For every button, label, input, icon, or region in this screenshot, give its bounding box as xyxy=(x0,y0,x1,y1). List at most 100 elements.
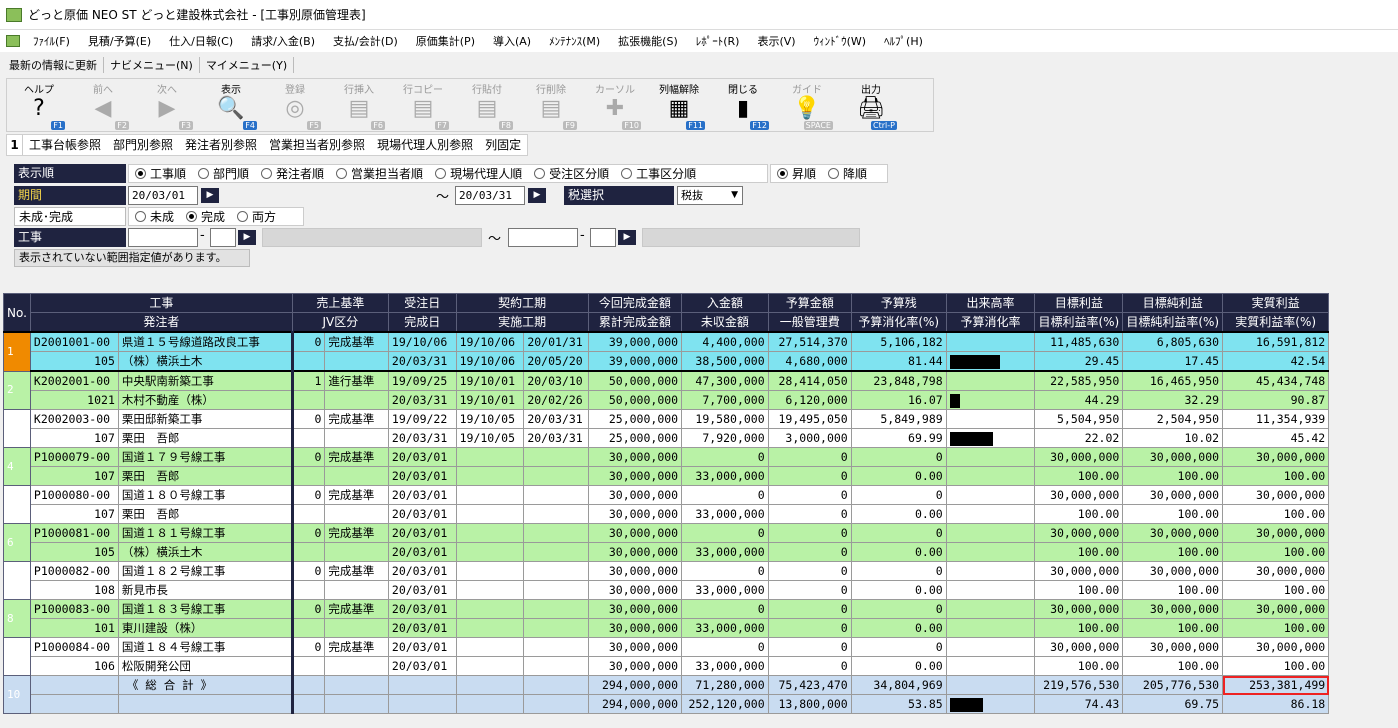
toolbar-button[interactable]: 登録 ◎ F5 xyxy=(263,79,327,133)
menu-item[interactable]: ﾍﾙﾌﾟ(H) xyxy=(875,33,932,49)
menu-item[interactable]: 仕入/日報(C) xyxy=(160,33,242,49)
radio-option[interactable]: 降順 xyxy=(822,165,873,182)
budget-consumption-rate: 0.00 xyxy=(850,656,947,676)
menu-item[interactable]: ﾌｧｲﾙ(F) xyxy=(24,33,79,49)
menu-item[interactable]: ｳｨﾝﾄﾞｳ(W) xyxy=(805,33,875,49)
table-row[interactable]: 107 栗田 吾郎 20/03/31 19/10/05 20/03/31 25,000,0… xyxy=(4,428,1398,448)
completion-date: 20/03/01 xyxy=(387,542,457,562)
radio-label: 発注者順 xyxy=(276,167,325,181)
menu-item[interactable]: 支払/会計(D) xyxy=(324,33,407,49)
view-tab[interactable]: 営業担当者別参照 xyxy=(263,135,371,155)
view-tab[interactable]: 発注者別参照 xyxy=(179,135,263,155)
radio-option[interactable]: 部門順 xyxy=(192,165,255,182)
period-to-picker-icon[interactable]: ▶ xyxy=(528,188,546,203)
toolbar-button[interactable]: 行挿入 ▤ F6 xyxy=(327,79,391,133)
tax-select[interactable]: 税抜 ▼ xyxy=(677,186,743,205)
table-row[interactable]: 2 K2002001-00 中央駅南新築工事 1 進行基準 19/09/25 19/10/0… xyxy=(3,370,1398,410)
radio-option[interactable]: 現場代理人順 xyxy=(429,165,528,182)
radio-option[interactable]: 発注者順 xyxy=(255,165,330,182)
view-tab[interactable]: 部門別参照 xyxy=(107,135,179,155)
client-name: 木村不動産（株） xyxy=(117,390,294,410)
radio-option[interactable]: 受注区分順 xyxy=(528,165,615,182)
total-cumulative: 294,000,000 xyxy=(587,694,683,714)
submenu-item[interactable]: ナビメニュー(N) xyxy=(104,57,200,73)
menu-item[interactable]: ﾒﾝﾃﾅﾝｽ(M) xyxy=(540,33,609,49)
radio-option[interactable]: 昇順 xyxy=(771,165,822,182)
total-row[interactable]: 10 《 総 合 計 》 294,000,000 71,280,000 75,423,4… xyxy=(3,675,1398,714)
toolbar-button[interactable]: 表示 🔍 F4 xyxy=(199,79,263,133)
toolbar-button[interactable]: 行コピー ▤ F7 xyxy=(391,79,455,133)
table-row[interactable]: 1021 木村不動産（株） 20/03/31 19/10/01 20/02/26 50,0… xyxy=(4,390,1398,410)
menu-item[interactable]: 導入(A) xyxy=(484,33,540,49)
table-row[interactable]: 107 栗田 吾郎 20/03/01 30,000,000 33,000,000 0 0.0… xyxy=(4,504,1398,524)
menu-item[interactable]: 表示(V) xyxy=(748,33,804,49)
radio-option[interactable]: 完成 xyxy=(180,208,231,225)
view-tab[interactable]: 現場代理人別参照 xyxy=(371,135,479,155)
total-row[interactable]: 294,000,000 252,120,000 13,800,000 53.85 74.… xyxy=(4,694,1398,714)
progress-cell xyxy=(945,656,1036,676)
jv-empty xyxy=(291,542,326,562)
menu-item[interactable]: 拡張機能(S) xyxy=(609,33,687,49)
radio-option[interactable]: 工事順 xyxy=(129,165,192,182)
toolbar-button[interactable]: ガイド 💡 SPACE xyxy=(775,79,839,133)
table-row[interactable]: 7 P1000082-00 国道１８２号線工事 0 完成基準 20/03/01 30,000… xyxy=(3,561,1398,600)
view-tab[interactable]: 工事台帳参照 xyxy=(23,135,107,155)
period-to-field[interactable]: 20/03/31 xyxy=(455,186,525,205)
unpaid-amount: 7,700,000 xyxy=(681,390,769,410)
budget-consumption-rate: 0.00 xyxy=(850,580,947,600)
budget-remaining: 0 xyxy=(850,447,947,467)
menu-item[interactable]: ﾚﾎﾟｰﾄ(R) xyxy=(687,33,749,49)
app-icon xyxy=(6,7,22,22)
table-row[interactable]: 107 栗田 吾郎 20/03/01 30,000,000 33,000,000 0 0.0… xyxy=(4,466,1398,486)
radio-option[interactable]: 工事区分順 xyxy=(615,165,702,182)
toolbar-button-label: 閉じる xyxy=(728,85,758,96)
table-row[interactable]: 1 D2001001-00 県道１５号線道路改良工事 0 完成基準 19/10/06 19/… xyxy=(3,331,1398,372)
table-row[interactable]: 9 P1000084-00 国道１８４号線工事 0 完成基準 20/03/01 30,000… xyxy=(3,637,1398,676)
koji-to-picker-icon[interactable]: ▶ xyxy=(618,230,636,245)
koji-to-field[interactable] xyxy=(508,228,578,247)
table-row[interactable]: 108 新見市長 20/03/01 30,000,000 33,000,000 0 0.00… xyxy=(4,580,1398,600)
mdi-icon[interactable] xyxy=(6,35,20,47)
toolbar-button[interactable]: 行貼付 ▤ F8 xyxy=(455,79,519,133)
table-row[interactable]: 105 （株）横浜土木 20/03/01 30,000,000 33,000,000 0 0… xyxy=(4,542,1398,562)
period-from-picker-icon[interactable]: ▶ xyxy=(201,188,219,203)
toolbar-button[interactable]: ヘルプ? F1 xyxy=(7,79,71,133)
table-row[interactable]: 4 P1000079-00 国道１７９号線工事 0 完成基準 20/03/01 30,000… xyxy=(3,447,1398,486)
submenu-item[interactable]: マイメニュー(Y) xyxy=(200,57,295,73)
contract-from: 19/10/01 xyxy=(455,370,525,391)
toolbar-button[interactable]: カーソル ✚ F10 xyxy=(583,79,647,133)
total-real-rate: 86.18 xyxy=(1222,694,1330,714)
toolbar-button[interactable]: 列幅解除 ▦ F11 xyxy=(647,79,711,133)
toolbar-button[interactable]: 出力 🖨 Ctrl-P xyxy=(839,79,903,133)
table-row[interactable]: 5 P1000080-00 国道１８０号線工事 0 完成基準 20/03/01 30,000… xyxy=(3,485,1398,524)
target-profit: 22,585,950 xyxy=(1034,370,1124,391)
completion-date: 20/03/31 xyxy=(387,351,457,372)
table-row[interactable]: 101 東川建設（株） 20/03/01 30,000,000 33,000,000 0 0… xyxy=(4,618,1398,638)
period-from-field[interactable]: 20/03/01 xyxy=(128,186,198,205)
target-net-profit-rate: 100.00 xyxy=(1122,466,1224,486)
menu-item[interactable]: 請求/入金(B) xyxy=(242,33,324,49)
budget-amount: 27,514,370 xyxy=(767,331,852,352)
koji-from-picker-icon[interactable]: ▶ xyxy=(238,230,256,245)
koji-from-branch-field[interactable] xyxy=(210,228,236,247)
table-row[interactable]: 3 K2002003-00 栗田邸新築工事 0 完成基準 19/09/22 19/10/05… xyxy=(3,409,1398,448)
toolbar-button[interactable]: 次へ ▶ F3 xyxy=(135,79,199,133)
target-profit-rate: 100.00 xyxy=(1034,504,1124,524)
table-row[interactable]: 105 （株）横浜土木 20/03/31 19/10/06 20/05/20 39,000… xyxy=(4,351,1398,372)
paid-amount: 0 xyxy=(681,599,769,619)
toolbar-button[interactable]: 閉じる ▮ F12 xyxy=(711,79,775,133)
table-row[interactable]: 106 松阪開発公団 20/03/01 30,000,000 33,000,000 0 0.… xyxy=(4,656,1398,676)
view-tab[interactable]: 列固定 xyxy=(479,135,527,155)
radio-option[interactable]: 営業担当者順 xyxy=(330,165,429,182)
toolbar-button[interactable]: 行削除 ▤ F9 xyxy=(519,79,583,133)
radio-option[interactable]: 両方 xyxy=(231,208,282,225)
radio-option[interactable]: 未成 xyxy=(129,208,180,225)
koji-to-branch-field[interactable] xyxy=(590,228,616,247)
table-row[interactable]: 8 P1000083-00 国道１８３号線工事 0 完成基準 20/03/01 30,000… xyxy=(3,599,1398,638)
table-row[interactable]: 6 P1000081-00 国道１８１号線工事 0 完成基準 20/03/01 30,000… xyxy=(3,523,1398,562)
toolbar-button[interactable]: 前へ ◀ F2 xyxy=(71,79,135,133)
menu-item[interactable]: 原価集計(P) xyxy=(407,33,484,49)
menu-item[interactable]: 見積/予算(E) xyxy=(79,33,160,49)
submenu-item[interactable]: 最新の情報に更新 xyxy=(3,57,104,73)
koji-from-field[interactable] xyxy=(128,228,198,247)
